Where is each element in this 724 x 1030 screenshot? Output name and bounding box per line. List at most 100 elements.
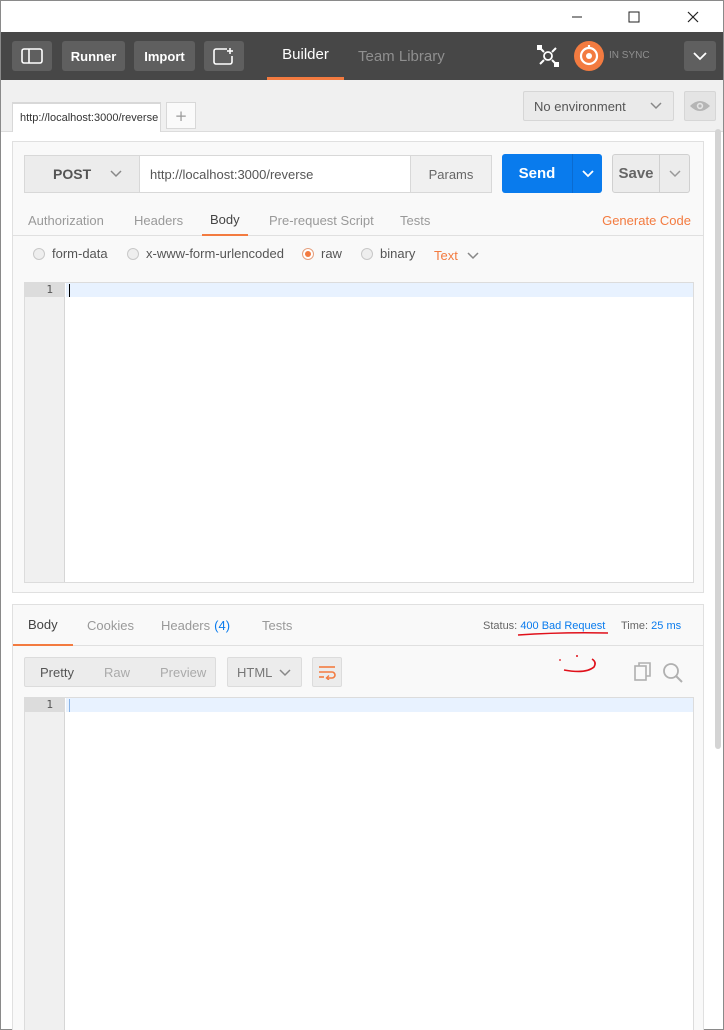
tab-pre-request-script[interactable]: Pre-request Script [269,204,374,236]
title-bar [1,1,723,32]
radio-dot [361,247,373,260]
response-tab-body[interactable]: Body [13,605,73,646]
chevron-down-icon [110,170,122,178]
view-pretty-button[interactable]: Pretty [25,665,89,680]
interceptor-button[interactable] [534,42,562,70]
radio-dot [33,247,45,260]
eye-icon [690,101,710,111]
view-raw-button[interactable]: Raw [89,665,145,680]
tab-headers[interactable]: Headers [134,204,183,236]
body-mode-options: form-data x-www-form-urlencoded raw bina… [13,242,703,270]
sidebar-icon [21,48,43,64]
view-preview-button[interactable]: Preview [145,665,221,680]
minimize-icon [572,16,582,17]
radio-binary[interactable]: binary [361,246,415,261]
headers-count-badge: (4) [214,618,231,633]
response-language-value: HTML [237,664,273,680]
response-status: Status: 400 Bad Request [483,620,605,632]
response-tabs: Body Cookies Headers (4) Tests Status: 40… [13,605,703,646]
response-tab-headers[interactable]: Headers (4) [161,605,230,646]
radio-label: raw [321,246,342,261]
response-body-viewer[interactable]: 1 [24,697,694,1030]
raw-type-value: Text [434,248,458,263]
new-tab-button[interactable] [204,41,244,71]
method-value: POST [53,166,92,182]
response-time: Time: 25 ms [621,620,681,632]
line-number: 1 [25,283,65,297]
chevron-down-icon [668,169,681,177]
copy-icon [634,662,651,681]
wrap-icon [319,666,336,680]
tab-team-library[interactable]: Team Library [358,32,445,80]
params-button[interactable]: Params [410,155,492,193]
settings-dropdown-button[interactable] [684,41,716,71]
save-options-button[interactable] [660,154,690,193]
sync-status-text: IN SYNC [609,50,650,61]
radio-label: form-data [52,246,108,261]
radio-form-data[interactable]: form-data [33,246,108,261]
text-cursor [69,284,70,297]
line-gutter [25,283,65,582]
request-tab-strip: http://localhost:3000/reverse + No envir… [1,80,723,132]
raw-type-select[interactable]: Text [434,248,480,263]
tab-tests[interactable]: Tests [400,204,430,236]
generate-code-link[interactable]: Generate Code [602,213,691,228]
line-gutter [25,698,65,1030]
save-button[interactable]: Save [612,154,660,193]
minimize-button[interactable] [554,1,600,32]
time-label: Time: [621,620,649,632]
environment-select[interactable]: No environment [523,91,674,121]
tab-builder[interactable]: Builder [267,32,344,80]
search-icon [663,663,683,683]
environment-quicklook-button[interactable] [684,91,716,121]
response-view-modes: Pretty Raw Preview [24,657,216,687]
environment-select-value: No environment [534,98,626,114]
send-button[interactable]: Send [502,154,572,193]
chevron-down-icon [650,102,662,110]
request-body-editor[interactable]: 1 [24,282,694,583]
add-tab-button[interactable]: + [166,102,196,129]
request-builder-panel: POST http://localhost:3000/reverse Param… [12,141,704,593]
response-language-select[interactable]: HTML [227,657,302,687]
chevron-down-icon [693,51,707,60]
text-cursor [69,699,70,712]
sync-status-button[interactable] [573,40,605,72]
new-window-icon [213,48,233,65]
tab-body[interactable]: Body [202,204,248,236]
status-value: 400 Bad Request [520,620,606,632]
time-value: 25 ms [651,620,682,632]
status-label: Status: [483,620,518,632]
response-tab-tests[interactable]: Tests [262,605,292,646]
satellite-icon [537,45,559,67]
copy-response-button[interactable] [633,662,653,686]
response-tab-cookies[interactable]: Cookies [87,605,134,646]
import-button[interactable]: Import [134,41,195,71]
app-window: Runner Import Builder Team Library IN SY… [0,0,724,1030]
request-tab[interactable]: http://localhost:3000/reverse [12,102,161,132]
wrap-lines-button[interactable] [312,657,342,687]
request-subtabs: Authorization Headers Body Pre-request S… [13,204,703,236]
send-options-button[interactable] [572,154,602,193]
radio-label: binary [380,246,416,261]
maximize-button[interactable] [611,1,657,32]
sync-icon [574,41,604,71]
app-toolbar: Runner Import Builder Team Library IN SY… [1,32,723,80]
response-panel: Body Cookies Headers (4) Tests Status: 40… [12,604,704,1030]
radio-label: x-www-form-urlencoded [146,246,284,261]
sidebar-toggle-button[interactable] [12,41,52,71]
maximize-icon [628,11,640,22]
method-select[interactable]: POST [24,155,140,193]
search-response-button[interactable] [662,662,684,688]
chevron-down-icon [467,251,479,259]
page-scrollbar[interactable] [715,129,721,749]
radio-raw[interactable]: raw [302,246,342,261]
close-icon [687,11,699,22]
response-tab-headers-label: Headers [161,618,211,633]
active-line [66,283,693,297]
runner-button[interactable]: Runner [62,41,125,71]
tab-authorization[interactable]: Authorization [28,204,104,236]
url-input[interactable]: http://localhost:3000/reverse [140,155,411,193]
chevron-down-icon [581,169,594,177]
close-window-button[interactable] [670,1,716,32]
radio-x-www-form-urlencoded[interactable]: x-www-form-urlencoded [127,246,284,261]
